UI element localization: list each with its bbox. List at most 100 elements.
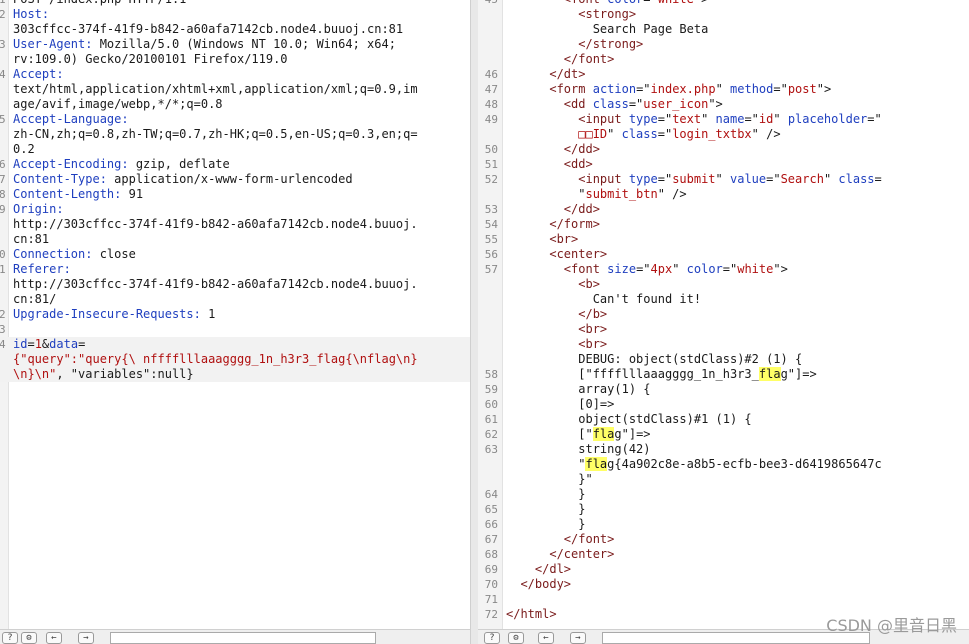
request-search-input[interactable]	[110, 632, 376, 644]
code-token: "	[715, 172, 730, 186]
request-line: 3 User-Agent: Mozilla/5.0 (Windows NT 10.…	[0, 37, 470, 52]
response-line: 50 </dd>	[478, 142, 969, 157]
line-code: Connection: close	[13, 247, 136, 262]
code-token: </dl>	[534, 562, 572, 576]
line-number: 3	[0, 38, 6, 51]
code-token: Search Page Beta	[506, 22, 709, 36]
help-icon[interactable]: ?	[484, 632, 500, 644]
line-number: 46	[484, 68, 498, 81]
code-token: "	[607, 127, 622, 141]
line-number: 2	[0, 8, 6, 21]
line-code: <b>	[506, 277, 600, 292]
code-token: Referer:	[13, 262, 71, 276]
code-token: application/x-www-form-urlencoded	[106, 172, 353, 186]
previous-match-button[interactable]: ←	[46, 632, 62, 644]
code-token: <font	[564, 0, 607, 6]
line-number: 7	[0, 173, 6, 186]
previous-match-button[interactable]: ←	[538, 632, 554, 644]
code-token: ="	[628, 97, 644, 111]
line-code: <dd class="user_icon">	[506, 97, 723, 112]
request-line: 2 Upgrade-Insecure-Requests: 1	[0, 307, 470, 322]
line-code: User-Agent: Mozilla/5.0 (Windows NT 10.0…	[13, 37, 396, 52]
line-code: rv:109.0) Gecko/20100101 Firefox/119.0	[13, 52, 288, 67]
code-token: post	[787, 82, 817, 96]
code-token: }	[506, 502, 586, 516]
line-code: http://303cffcc-374f-41f9-b842-a60afa714…	[13, 277, 418, 292]
code-token: "	[672, 262, 687, 276]
code-token: ">	[708, 97, 723, 111]
request-line: 1 Referer:	[0, 262, 470, 277]
response-viewer-pane[interactable]: 45 <font color="white"> <strong> Search …	[478, 0, 969, 630]
request-line: 303cffcc-374f-41f9-b842-a60afa7142cb.nod…	[0, 22, 470, 37]
request-line: {"query":"query{\ nfffflllaaagggg_1n_h3r…	[0, 352, 470, 367]
line-code: </dd>	[506, 202, 600, 217]
code-token: 1	[34, 337, 42, 351]
code-token: Connection:	[13, 247, 93, 261]
code-token: size	[607, 262, 637, 276]
help-icon[interactable]: ?	[2, 632, 18, 644]
line-code: Upgrade-Insecure-Requests: 1	[13, 307, 215, 322]
line-code: }	[506, 487, 585, 502]
line-code: Origin:	[13, 202, 64, 217]
line-code: zh-CN,zh;q=0.8,zh-TW;q=0.7,zh-HK;q=0.5,e…	[13, 127, 418, 142]
line-number: 71	[484, 593, 498, 606]
line-number: 64	[484, 488, 498, 501]
code-token: Accept:	[13, 67, 64, 81]
code-token: </font>	[563, 52, 615, 66]
line-number: 70	[484, 578, 498, 591]
next-match-button[interactable]: →	[570, 632, 586, 644]
code-token: ["	[506, 427, 593, 441]
code-token: g"]=>	[614, 427, 651, 441]
response-line: 60 [0]=>	[478, 397, 969, 412]
code-token: gzip, deflate	[128, 157, 230, 171]
request-line: 8 Content-Length: 91	[0, 187, 470, 202]
code-token: type	[628, 172, 658, 186]
next-match-button[interactable]: →	[78, 632, 94, 644]
code-token: [0]=>	[506, 397, 615, 411]
line-number: 8	[0, 188, 6, 201]
line-code: ["flag"]=>	[506, 427, 651, 442]
code-token: <dd>	[563, 157, 593, 171]
response-line: 55 <br>	[478, 232, 969, 247]
line-code: </font>	[506, 532, 615, 547]
code-token: ="	[722, 262, 738, 276]
code-token: ="	[657, 172, 673, 186]
code-token: <br>	[578, 337, 608, 351]
code-token: Origin:	[13, 202, 64, 216]
line-number: 47	[484, 83, 498, 96]
settings-icon[interactable]: ⚙	[21, 632, 37, 644]
code-token: <input	[578, 112, 629, 126]
code-token: color	[607, 0, 643, 6]
request-line: 0.2	[0, 142, 470, 157]
code-token: , "variables":null}	[56, 367, 194, 381]
settings-icon[interactable]: ⚙	[508, 632, 524, 644]
code-token: Content-Type:	[13, 172, 107, 186]
line-code: </b>	[506, 307, 607, 322]
response-line: 56 <center>	[478, 247, 969, 262]
line-number: 4	[0, 68, 6, 81]
line-number: 9	[0, 203, 6, 216]
response-line: 54 </form>	[478, 217, 969, 232]
line-code: [0]=>	[506, 397, 614, 412]
request-line: 9 Origin:	[0, 202, 470, 217]
request-editor-pane[interactable]: 1 POST /index.php HTTP/1.1 2 Host:303cffcc-…	[0, 0, 470, 630]
line-code: "flag{4a902c8e-a8b5-ecfb-bee3-d641986564…	[506, 457, 882, 472]
response-line: Can't found it!	[478, 292, 969, 307]
code-token: =	[874, 172, 882, 186]
request-line: cn:81/	[0, 292, 470, 307]
code-token: </dd>	[563, 142, 600, 156]
line-number: 1	[0, 0, 8, 7]
response-line: <br>	[478, 322, 969, 337]
code-token: "query{\ nfffflllaaagggg_1n_h3r3_flag{\n…	[78, 352, 418, 366]
code-token: class	[592, 97, 629, 111]
request-line: 6 Accept-Encoding: gzip, deflate	[0, 157, 470, 172]
line-code: "submit_btn" />	[506, 187, 686, 202]
code-token: "	[715, 82, 731, 96]
